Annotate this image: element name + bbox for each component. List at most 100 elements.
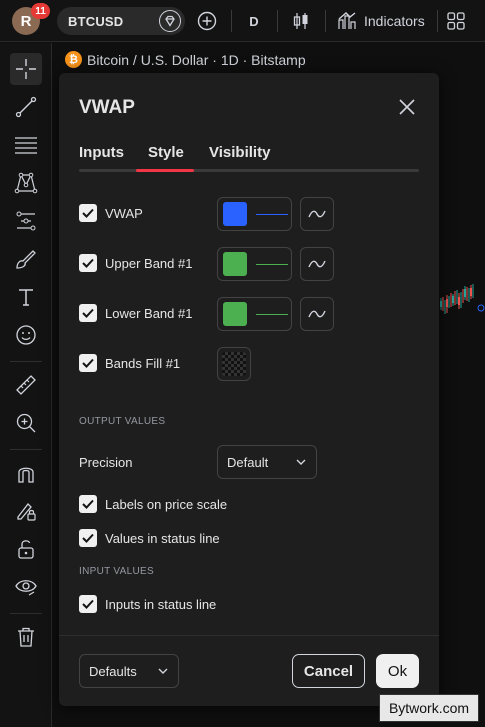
checkmark-icon	[82, 358, 94, 368]
active-tab-indicator	[136, 169, 194, 172]
indicators-label: Indicators	[364, 13, 425, 29]
precision-select[interactable]: Default	[217, 445, 317, 479]
chart-candles	[440, 284, 485, 314]
indicators-button[interactable]: Indicators	[337, 7, 431, 35]
bands-fill-checkbox[interactable]	[79, 354, 97, 372]
text-tool[interactable]	[10, 281, 42, 313]
labels-on-price-scale-label: Labels on price scale	[105, 496, 228, 512]
lock-drawings-icon	[17, 503, 36, 521]
drawing-toolbar	[0, 43, 52, 727]
text-icon	[19, 289, 33, 306]
layout-button[interactable]	[446, 7, 466, 35]
upper-band-line-preview	[256, 263, 288, 265]
line-style-icon	[308, 210, 326, 218]
inputs-in-status-line-row: Inputs in status line	[79, 588, 216, 620]
precision-value: Default	[227, 454, 269, 470]
ruler-tool[interactable]	[10, 369, 42, 401]
close-button[interactable]	[397, 97, 417, 117]
notification-badge: 11	[31, 3, 50, 19]
vwap-checkbox[interactable]	[79, 204, 97, 222]
candles-icon	[293, 13, 308, 29]
crosshair-tool[interactable]	[10, 53, 42, 85]
brush-icon	[16, 250, 36, 269]
vwap-line-style-button[interactable]	[300, 197, 334, 231]
symbol-search[interactable]: BTCUSD	[57, 7, 185, 35]
vwap-color-swatch	[223, 202, 247, 226]
tab-visibility[interactable]: Visibility	[209, 144, 270, 161]
lower-band-checkbox[interactable]	[79, 304, 97, 322]
top-toolbar: R 11 BTCUSD D Indicators	[0, 0, 485, 42]
zoom-in-icon	[16, 413, 36, 433]
zoom-in-tool[interactable]	[10, 407, 42, 439]
values-in-status-line-checkbox[interactable]	[79, 529, 97, 547]
eye-icon	[15, 580, 37, 596]
fib-icon	[15, 137, 37, 154]
crosshair-icon	[16, 59, 36, 79]
trend-line-tool[interactable]	[10, 91, 42, 123]
emoji-tool[interactable]	[10, 319, 42, 351]
lower-band-line-preview	[256, 313, 288, 315]
bands-fill-label: Bands Fill #1	[105, 355, 181, 371]
checkmark-icon	[82, 499, 94, 509]
emoji-icon	[16, 325, 36, 345]
line-style-icon	[308, 310, 326, 318]
labels-on-price-scale-checkbox[interactable]	[79, 495, 97, 513]
indicator-settings-dialog: VWAP Inputs Style Visibility VWAP Upper …	[59, 73, 439, 706]
ruler-icon	[16, 375, 36, 395]
upper-band-color-picker[interactable]	[217, 247, 292, 281]
defaults-dropdown[interactable]: Defaults	[79, 654, 179, 688]
lower-band-color-picker[interactable]	[217, 297, 292, 331]
upper-band-row: Upper Band #1	[79, 247, 192, 279]
hide-drawings-tool[interactable]	[10, 571, 42, 603]
chevron-down-icon	[158, 668, 168, 674]
vwap-line-preview	[256, 213, 288, 215]
brush-tool[interactable]	[10, 243, 42, 275]
pattern-tool[interactable]	[10, 167, 42, 199]
forecast-icon	[16, 211, 36, 231]
lower-band-label: Lower Band #1	[105, 305, 193, 321]
checkmark-icon	[82, 308, 94, 318]
defaults-label: Defaults	[89, 663, 137, 679]
upper-band-line-style-button[interactable]	[300, 247, 334, 281]
plus-icon	[197, 11, 217, 31]
chevron-down-icon	[296, 459, 306, 465]
remove-drawings-tool[interactable]	[10, 621, 42, 653]
lock-drawings-tool[interactable]	[10, 495, 42, 527]
checkmark-icon	[82, 533, 94, 543]
legend-title[interactable]: Bitcoin / U.S. Dollar · 1D · Bitstamp	[87, 52, 306, 68]
interval-label: D	[249, 13, 259, 29]
fib-tool[interactable]	[10, 129, 42, 161]
diamond-icon[interactable]	[159, 10, 181, 32]
interval-button[interactable]: D	[243, 7, 265, 35]
magnet-icon	[18, 467, 34, 483]
close-icon	[399, 99, 415, 115]
lower-band-row: Lower Band #1	[79, 297, 192, 329]
watermark: Bytwork.com	[379, 694, 479, 722]
bitcoin-logo-icon: ₿	[65, 51, 82, 68]
unlock-icon	[18, 540, 34, 559]
vwap-color-picker[interactable]	[217, 197, 292, 231]
values-in-status-line-row: Values in status line	[79, 522, 220, 554]
tab-style[interactable]: Style	[148, 144, 184, 161]
compare-button[interactable]	[195, 7, 219, 35]
inputs-in-status-line-checkbox[interactable]	[79, 595, 97, 613]
pattern-icon	[14, 172, 38, 194]
output-values-heading: OUTPUT VALUES	[79, 416, 166, 427]
tab-inputs[interactable]: Inputs	[79, 144, 124, 161]
ok-button[interactable]: Ok	[376, 654, 419, 688]
indicators-icon	[338, 12, 356, 29]
forecast-tool[interactable]	[10, 205, 42, 237]
chart-type-button[interactable]	[289, 7, 313, 35]
vwap-label: VWAP	[105, 205, 143, 221]
upper-band-checkbox[interactable]	[79, 254, 97, 272]
values-in-status-line-label: Values in status line	[105, 530, 220, 546]
lower-band-line-style-button[interactable]	[300, 297, 334, 331]
vwap-row: VWAP	[79, 197, 143, 229]
cancel-button[interactable]: Cancel	[292, 654, 365, 688]
bands-fill-color-picker[interactable]	[217, 347, 251, 381]
bands-fill-row: Bands Fill #1	[79, 347, 180, 379]
unlock-tool[interactable]	[10, 533, 42, 565]
chart-legend: ₿ Bitcoin / U.S. Dollar · 1D · Bitstamp	[65, 51, 306, 68]
magnet-tool[interactable]	[10, 457, 42, 489]
line-style-icon	[308, 260, 326, 268]
